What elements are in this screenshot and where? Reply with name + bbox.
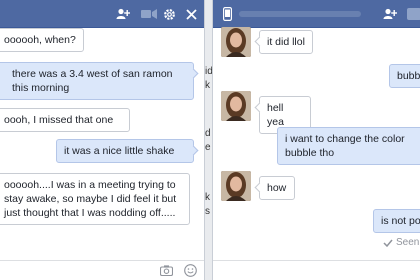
background-text: s <box>205 206 210 217</box>
avatar <box>221 27 251 57</box>
message-text: it was a nice little shake <box>64 145 175 157</box>
background-text: k <box>205 80 210 91</box>
message-bubble: bubb <box>389 64 420 88</box>
close-icon[interactable] <box>186 9 197 20</box>
message-bubble: oooh, I missed that one <box>0 108 130 132</box>
message-text: bubb <box>397 70 420 82</box>
message-text: i want to change the color bubble tho <box>285 133 405 159</box>
message-text: oooooh, when? <box>4 34 76 46</box>
chat-window-right: it did llol bubb hell yea i want to chan… <box>212 0 420 280</box>
message-bubble: it did llol <box>254 30 313 54</box>
gear-icon[interactable] <box>163 8 176 21</box>
checkmark-icon <box>383 239 393 247</box>
avatar <box>221 91 251 121</box>
message-text: oooh, I missed that one <box>4 114 114 126</box>
chat-header <box>213 0 420 28</box>
message-text: there was a 3.4 west of san ramon this m… <box>12 68 173 94</box>
background-page-strip: id k d e k s <box>205 0 213 280</box>
chat-header <box>0 0 204 28</box>
message-bubble: oooooh, when? <box>0 28 84 52</box>
message-bubble: how <box>254 176 295 200</box>
seen-label: Seen <box>396 237 420 248</box>
message-text: oooooh....I was in a meeting trying to s… <box>4 179 177 219</box>
message-text: how <box>267 182 287 194</box>
message-text: is not po <box>381 215 420 227</box>
background-text: d <box>205 128 211 139</box>
message-bubble: is not po <box>373 209 420 233</box>
contact-name-blurred <box>239 11 361 17</box>
message-text: it did llol <box>267 36 305 48</box>
mobile-phone-icon <box>223 7 232 21</box>
background-text: k <box>205 192 210 203</box>
message-bubble: i want to change the color bubble tho <box>277 127 420 165</box>
add-friend-icon[interactable] <box>116 8 130 20</box>
message-composer[interactable] <box>213 260 420 280</box>
message-text: hell yea <box>267 102 284 128</box>
message-composer[interactable] <box>0 260 204 280</box>
chat-window-left: oooooh, when? there was a 3.4 west of sa… <box>0 0 205 280</box>
message-bubble: oooooh....I was in a meeting trying to s… <box>0 173 190 225</box>
background-text: e <box>205 142 211 153</box>
emoji-icon[interactable] <box>184 264 197 277</box>
camera-icon[interactable] <box>160 265 173 276</box>
avatar <box>221 171 251 201</box>
add-friend-icon[interactable] <box>383 8 397 20</box>
message-bubble: it was a nice little shake <box>56 139 199 163</box>
message-bubble: there was a 3.4 west of san ramon this m… <box>0 62 199 100</box>
video-call-icon[interactable] <box>141 9 157 19</box>
video-call-icon[interactable] <box>407 8 420 20</box>
